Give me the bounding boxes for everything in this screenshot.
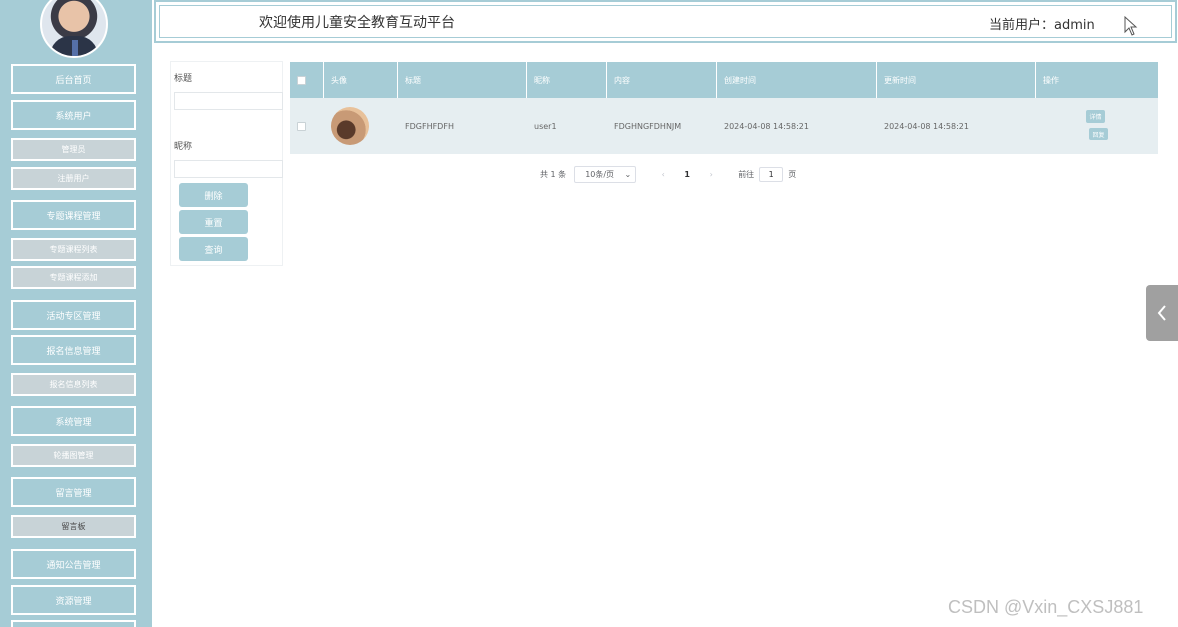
title-filter-label: 标题 bbox=[174, 74, 193, 84]
title-filter-input[interactable] bbox=[174, 92, 283, 110]
nickname-filter-input[interactable] bbox=[174, 160, 283, 178]
pagination: 共 1 条 10条/页 ⌄ ‹ 1 › 前往 1 页 bbox=[540, 166, 796, 183]
sidebar-item-notice-management[interactable]: 通知公告管理 bbox=[11, 549, 136, 579]
column-header-nickname[interactable]: 昵称 bbox=[527, 62, 607, 98]
column-header-avatar: 头像 bbox=[324, 62, 398, 98]
current-user-label: 当前用户：admin bbox=[989, 18, 1095, 33]
goto-label: 前往 bbox=[738, 170, 755, 179]
watermark-text: CSDN @Vxin_CXSJ881 bbox=[948, 597, 1144, 617]
sidebar-subitem-course-list[interactable]: 专题课程列表 bbox=[11, 238, 136, 261]
row-nickname: user1 bbox=[534, 121, 557, 131]
pagination-total: 共 1 条 bbox=[540, 170, 567, 179]
column-header-content[interactable]: 内容 bbox=[607, 62, 717, 98]
chevron-left-icon bbox=[1157, 305, 1166, 321]
sidebar-item-message-management[interactable]: 留言管理 bbox=[11, 477, 136, 507]
delete-button[interactable]: 删除 bbox=[179, 183, 248, 207]
row-title: FDGFHFDFH bbox=[405, 121, 454, 131]
column-header-created[interactable]: 创建时间 bbox=[717, 62, 877, 98]
sidebar-item-course-management[interactable]: 专题课程管理 bbox=[11, 200, 136, 230]
user-avatar bbox=[40, 0, 108, 58]
detail-button[interactable]: 详情 bbox=[1086, 110, 1105, 123]
reset-button[interactable]: 重置 bbox=[179, 210, 248, 234]
sidebar-item-more[interactable] bbox=[11, 620, 136, 627]
select-all-cell bbox=[290, 62, 324, 98]
sidebar: 后台首页 系统用户 管理员 注册用户 专题课程管理 专题课程列表 专题课程添加 … bbox=[0, 0, 152, 627]
prev-page-icon[interactable]: ‹ bbox=[655, 170, 671, 179]
query-button[interactable]: 查询 bbox=[179, 237, 248, 261]
column-header-updated[interactable]: 更新时间 bbox=[877, 62, 1036, 98]
sidebar-item-system-users[interactable]: 系统用户 bbox=[11, 100, 136, 130]
row-avatar-cell bbox=[324, 98, 398, 154]
sidebar-subitem-course-add[interactable]: 专题课程添加 bbox=[11, 266, 136, 289]
page-suffix-label: 页 bbox=[788, 170, 797, 179]
chevron-down-icon: ⌄ bbox=[624, 170, 632, 179]
sidebar-subitem-registered-users[interactable]: 注册用户 bbox=[11, 167, 136, 190]
table-row: FDGFHFDFH user1 FDGHNGFDHNJM 2024-04-08 … bbox=[290, 98, 1158, 154]
sidebar-item-signup-management[interactable]: 报名信息管理 bbox=[11, 335, 136, 365]
mouse-cursor-icon bbox=[1124, 16, 1138, 36]
row-created-time: 2024-04-08 14:58:21 bbox=[724, 121, 809, 131]
avatar-tie bbox=[72, 40, 78, 56]
top-header: 欢迎使用儿童安全教育互动平台 当前用户：admin bbox=[154, 0, 1177, 43]
sidebar-subitem-signup-list[interactable]: 报名信息列表 bbox=[11, 373, 136, 396]
sidebar-subitem-admin[interactable]: 管理员 bbox=[11, 138, 136, 161]
row-avatar-image bbox=[331, 107, 369, 145]
row-checkbox[interactable] bbox=[297, 121, 306, 131]
page-size-select[interactable]: 10条/页 ⌄ bbox=[574, 166, 637, 183]
collapse-panel-button[interactable] bbox=[1146, 285, 1178, 341]
next-page-icon[interactable]: › bbox=[703, 170, 719, 179]
column-header-title[interactable]: 标题 bbox=[398, 62, 527, 98]
page-number[interactable]: 1 bbox=[678, 170, 696, 179]
sidebar-item-dashboard[interactable]: 后台首页 bbox=[11, 64, 136, 94]
nickname-filter-label: 昵称 bbox=[174, 142, 193, 152]
page-size-value: 10条/页 bbox=[585, 170, 615, 179]
row-content: FDGHNGFDHNJM bbox=[614, 121, 682, 131]
sidebar-item-system-management[interactable]: 系统管理 bbox=[11, 406, 136, 436]
row-select-cell bbox=[290, 98, 324, 154]
table-header: 头像 标题 昵称 内容 创建时间 更新时间 操作 bbox=[290, 62, 1158, 98]
message-table: 头像 标题 昵称 内容 创建时间 更新时间 操作 FDGFHFDFH user1… bbox=[290, 62, 1158, 154]
row-updated-time: 2024-04-08 14:58:21 bbox=[884, 121, 969, 131]
row-actions-cell: 详情 回复 bbox=[1036, 98, 1158, 154]
sidebar-item-resource-management[interactable]: 资源管理 bbox=[11, 585, 136, 615]
reply-button[interactable]: 回复 bbox=[1089, 128, 1108, 140]
search-panel: 标题 昵称 删除 重置 查询 bbox=[170, 61, 283, 266]
goto-page-input[interactable]: 1 bbox=[759, 167, 784, 182]
sidebar-subitem-message-board[interactable]: 留言板 bbox=[11, 515, 136, 538]
sidebar-subitem-carousel[interactable]: 轮播图管理 bbox=[11, 444, 136, 467]
page: 后台首页 系统用户 管理员 注册用户 专题课程管理 专题课程列表 专题课程添加 … bbox=[0, 0, 1178, 627]
select-all-checkbox[interactable] bbox=[297, 75, 306, 85]
sidebar-item-activity-management[interactable]: 活动专区管理 bbox=[11, 300, 136, 330]
page-title: 欢迎使用儿童安全教育互动平台 bbox=[259, 15, 455, 31]
column-header-actions: 操作 bbox=[1043, 75, 1059, 85]
